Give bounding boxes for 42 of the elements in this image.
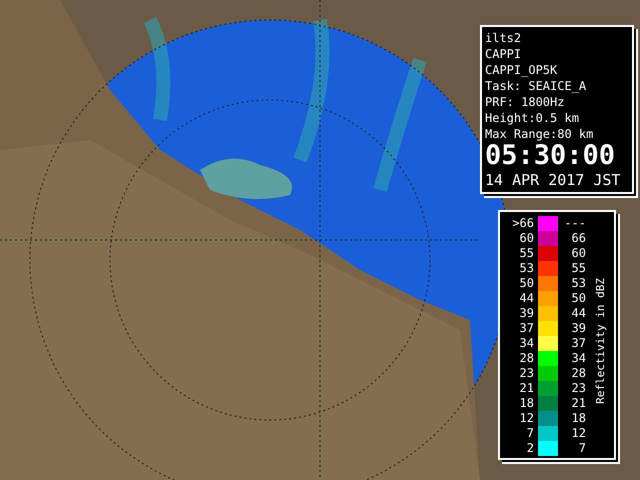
legend-low-value: 23: [518, 366, 534, 381]
legend-high-value: 44: [570, 306, 586, 321]
legend-high-value: 21: [570, 396, 586, 411]
legend-high-value: 12: [570, 426, 586, 441]
time-label: 05:30:00: [485, 142, 616, 170]
legend-high-value: 53: [570, 276, 586, 291]
legend-low-value: 12: [518, 411, 534, 426]
info-line: Max Range:80 km: [485, 126, 594, 142]
legend-high-value: 39: [570, 321, 586, 336]
legend-low-value: 50: [518, 276, 534, 291]
date-label: 14 APR 2017 JST: [485, 170, 620, 190]
info-line: Height:0.5 km: [485, 110, 580, 126]
info-line: ilts2: [485, 30, 522, 46]
legend-high-value: 28: [570, 366, 586, 381]
legend-high-value: 34: [570, 351, 586, 366]
legend-high-value: 66: [570, 231, 586, 246]
legend-low-value: 55: [518, 246, 534, 261]
legend-low-value: 37: [518, 321, 534, 336]
legend-title: Reflectivity in dBZ: [594, 278, 607, 404]
legend-high-value: 50: [570, 291, 586, 306]
legend-high-value: 55: [570, 261, 586, 276]
info-line: Task: SEAICE_A: [485, 78, 588, 94]
legend-low-value: 18: [518, 396, 534, 411]
info-line: CAPPI: [485, 46, 522, 62]
legend-high-value: 23: [570, 381, 586, 396]
legend-high-value: ---: [563, 216, 586, 231]
legend-low-value: 44: [518, 291, 534, 306]
legend-low-value: 34: [518, 336, 534, 351]
legend-low-value: 21: [518, 381, 534, 396]
legend-low-value: 7: [526, 426, 534, 441]
info-line: CAPPI_OP5K: [485, 62, 558, 78]
legend-high-value: 37: [570, 336, 586, 351]
legend-low-value: 53: [518, 261, 534, 276]
legend-low-value: 2: [526, 441, 534, 456]
legend-low-value: 28: [518, 351, 534, 366]
legend-high-value: 7: [578, 441, 586, 456]
legend-high-value: 18: [570, 411, 586, 426]
legend-low-value: 60: [518, 231, 534, 246]
legend-low-value: 39: [518, 306, 534, 321]
legend-low-value: >66: [511, 216, 534, 231]
legend-high-value: 60: [570, 246, 586, 261]
info-line: PRF: 1800Hz: [485, 94, 566, 110]
